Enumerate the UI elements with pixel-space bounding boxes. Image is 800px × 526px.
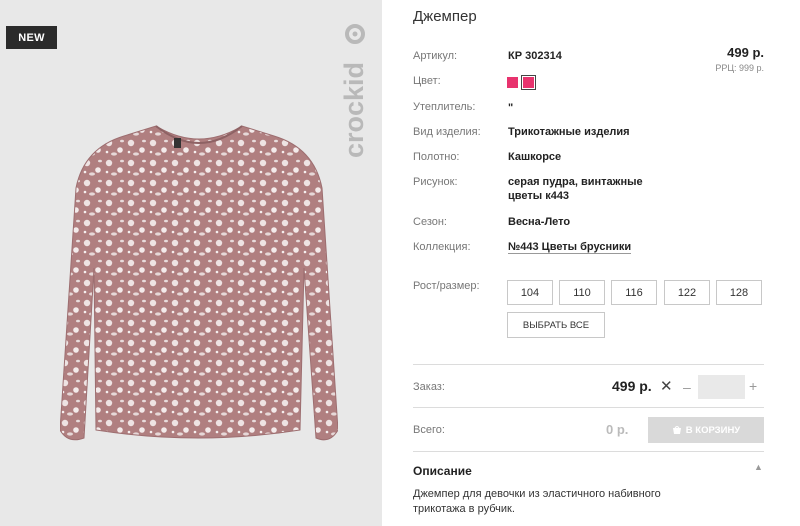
article-value: КР 302314	[508, 50, 562, 62]
cart-icon	[672, 426, 681, 434]
shirt-image	[60, 125, 338, 441]
size-button-104[interactable]: 104	[507, 280, 553, 305]
size-button-122[interactable]: 122	[664, 280, 710, 305]
insulation-value: "	[508, 102, 514, 114]
select-all-sizes-button[interactable]: ВЫБРАТЬ ВСЕ	[507, 312, 605, 338]
total-value: 0 р.	[606, 422, 629, 437]
insulation-label: Утеплитель:	[413, 101, 476, 113]
color-swatch[interactable]	[507, 77, 518, 88]
description-text: Джемпер для девочки из эластичного набив…	[413, 488, 661, 515]
quantity-decrease-button[interactable]: –	[683, 379, 691, 395]
item-type-value: Трикотажные изделия	[508, 126, 630, 138]
brand-logo: crockid	[339, 24, 369, 158]
size-button-116[interactable]: 116	[611, 280, 657, 305]
collection-label: Коллекция:	[413, 241, 471, 253]
brand-logo-text: crockid	[339, 62, 369, 158]
color-swatches	[507, 75, 536, 90]
size-label: Рост/размер:	[413, 280, 480, 292]
description-heading: Описание	[413, 464, 472, 478]
add-to-cart-button[interactable]: В КОРЗИНУ	[648, 417, 764, 443]
size-button-110[interactable]: 110	[559, 280, 605, 305]
new-badge: NEW	[6, 26, 57, 49]
item-type-label: Вид изделия:	[413, 126, 481, 138]
quantity-input[interactable]	[698, 375, 745, 399]
season-value: Весна-Лето	[508, 216, 571, 228]
fabric-label: Полотно:	[413, 151, 460, 163]
chevron-up-icon[interactable]: ▲	[754, 462, 763, 472]
color-label: Цвет:	[413, 75, 441, 87]
collection-link[interactable]: №443 Цветы брусники	[508, 241, 632, 254]
order-price: 499 р.	[612, 378, 652, 394]
season-label: Сезон:	[413, 216, 447, 228]
color-swatch-selected[interactable]	[521, 75, 536, 90]
quantity-increase-button[interactable]: +	[749, 378, 757, 394]
pattern-value-line2: цветы к443	[508, 190, 570, 202]
close-icon[interactable]: ✕	[660, 377, 673, 395]
recommended-price: РРЦ: 999 р.	[715, 63, 764, 73]
divider	[413, 364, 764, 365]
product-title: Джемпер	[413, 8, 477, 25]
product-photo[interactable]: NEW crockid	[0, 0, 382, 526]
divider	[413, 451, 764, 452]
product-price: 499 р.	[727, 45, 764, 60]
size-button-128[interactable]: 128	[716, 280, 762, 305]
total-label: Всего:	[413, 424, 445, 436]
pattern-label: Рисунок:	[413, 176, 458, 188]
divider	[413, 407, 764, 408]
fabric-value: Кашкорсе	[508, 151, 562, 163]
add-to-cart-label: В КОРЗИНУ	[685, 424, 741, 436]
order-label: Заказ:	[413, 381, 445, 393]
pattern-value-line1: серая пудра, винтажные	[508, 176, 643, 188]
article-label: Артикул:	[413, 50, 458, 62]
